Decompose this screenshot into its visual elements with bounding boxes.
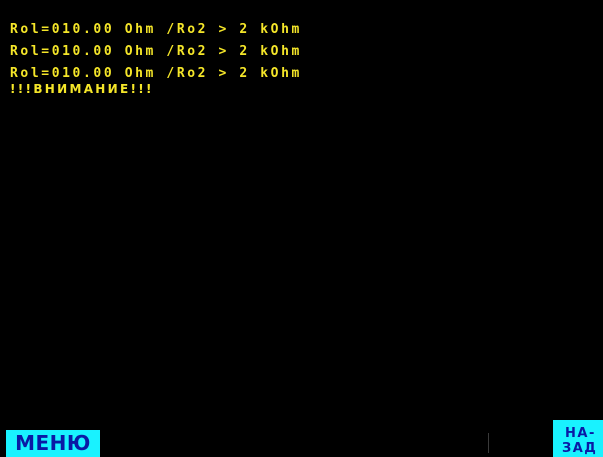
terminal-screen: Rol=010.00 Ohm /Ro2 > 2 kOhm Rol=010.00 … [0,0,603,457]
back-label-line-1: НА- [565,426,596,441]
menu-button[interactable]: МЕНЮ [6,430,100,457]
divider [488,433,489,453]
bottom-bar: МЕНЮ НА- ЗАД [0,420,603,457]
message-area: Rol=010.00 Ohm /Ro2 > 2 kOhm Rol=010.00 … [10,19,302,96]
resistance-line-2: Rol=010.00 Ohm /Ro2 > 2 kOhm [10,44,302,59]
back-button[interactable]: НА- ЗАД [553,420,603,457]
back-label-line-2: ЗАД [562,441,598,456]
resistance-line-1: Rol=010.00 Ohm /Ro2 > 2 kOhm [10,22,302,37]
